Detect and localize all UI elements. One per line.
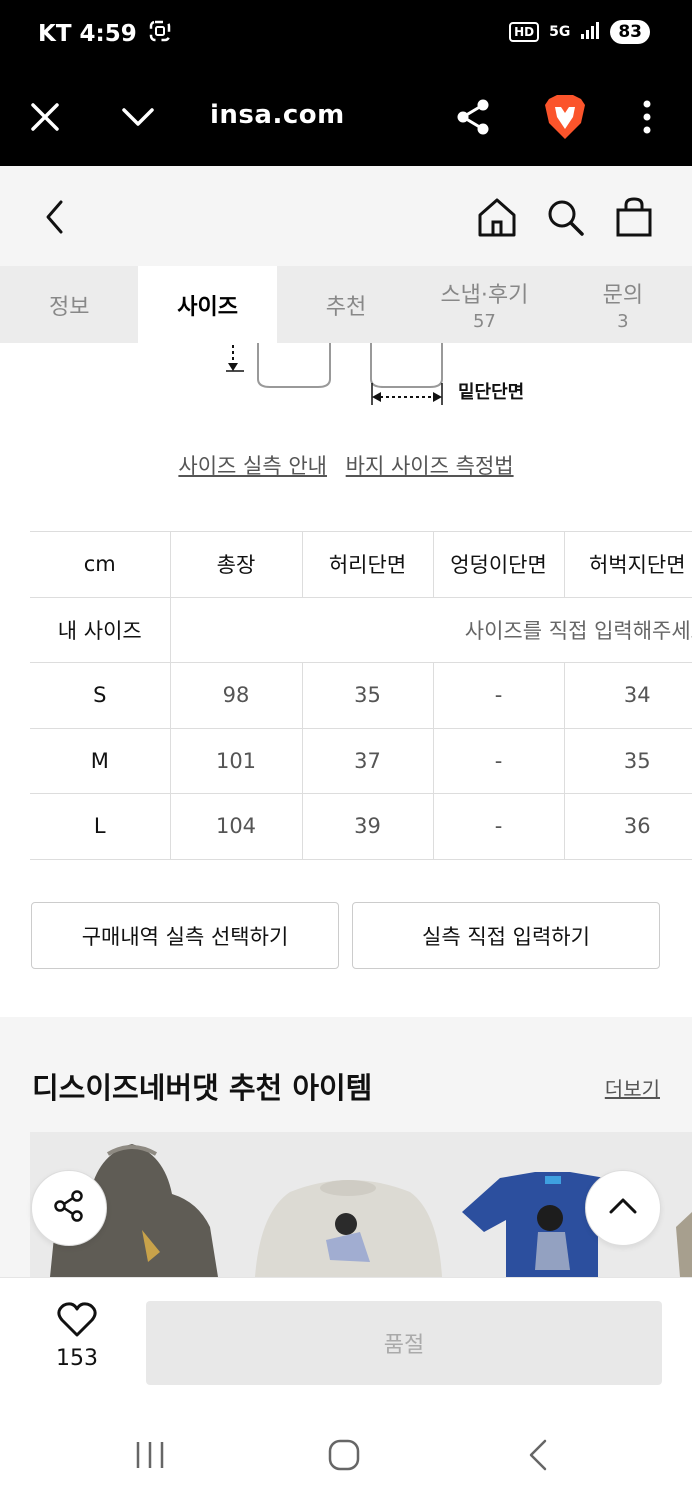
purchase-bar: 153 품절	[0, 1277, 692, 1405]
soldout-button[interactable]: 품절	[146, 1301, 662, 1385]
shopping-bag-icon[interactable]	[609, 192, 659, 242]
table-cell: 39	[301, 793, 433, 860]
size-diagram	[226, 343, 443, 405]
size-label: S	[30, 662, 170, 729]
tab-label: 스냅·후기	[440, 283, 529, 308]
table-cell: 98	[169, 662, 302, 729]
header-cell: 엉덩이단면	[432, 531, 564, 598]
url-text[interactable]: insa.com	[210, 100, 345, 130]
table-cell: -	[432, 793, 564, 860]
tab-recommend[interactable]: 추천	[277, 266, 415, 343]
tab-inquiry[interactable]: 문의 3	[554, 266, 692, 343]
table-row: M 101 37 - 35	[30, 727, 692, 794]
size-label: L	[30, 793, 170, 860]
brave-lion-icon[interactable]	[540, 92, 590, 142]
header-cell: 허벅지단면	[563, 531, 692, 598]
share-float-button[interactable]	[31, 1170, 107, 1246]
table-row: S 98 35 - 34	[30, 662, 692, 729]
hd-badge: HD	[509, 22, 540, 42]
like-button[interactable]: 153	[38, 1302, 116, 1371]
pants-measure-link[interactable]: 바지 사이즈 측정법	[346, 454, 514, 478]
table-cell: 101	[169, 727, 302, 794]
direct-input-button[interactable]: 실측 직접 입력하기	[352, 902, 660, 969]
table-cell: 37	[301, 727, 433, 794]
header-cell: 총장	[169, 531, 302, 598]
table-header-row: cm 총장 허리단면 엉덩이단면 허벅지단면	[30, 531, 692, 598]
system-nav-bar	[0, 1405, 692, 1500]
back-nav-icon[interactable]	[513, 1430, 563, 1480]
battery-indicator: 83	[610, 20, 650, 44]
more-link[interactable]: 더보기	[605, 1073, 660, 1102]
search-icon[interactable]	[540, 192, 590, 242]
table-cell: -	[432, 662, 564, 729]
my-size-input[interactable]: 사이즈를 직접 입력해주세요	[169, 596, 692, 663]
chevron-down-icon[interactable]	[113, 92, 163, 142]
table-row: L 104 39 - 36	[30, 793, 692, 860]
header-cell: 허리단면	[301, 531, 433, 598]
header-cell: cm	[30, 531, 170, 598]
tab-label: 사이즈	[177, 294, 238, 320]
tab-count: 3	[617, 311, 629, 332]
share-icon	[52, 1189, 86, 1227]
size-guide-link[interactable]: 사이즈 실측 안내	[178, 454, 327, 478]
table-cell: 34	[563, 662, 692, 729]
status-bar: KT 4:59 HD 5G 83	[0, 0, 692, 70]
size-label: M	[30, 727, 170, 794]
table-cell: 36	[563, 793, 692, 860]
home-circle-icon[interactable]	[319, 1430, 369, 1480]
table-cell: -	[432, 727, 564, 794]
browser-toolbar: insa.com	[0, 70, 692, 166]
table-cell: 104	[169, 793, 302, 860]
product-tabs: 정보 사이즈 추천 스냅·후기 57 문의 3	[0, 266, 692, 343]
recommend-title: 디스이즈네버댓 추천 아이템	[32, 1071, 373, 1105]
chevron-up-icon	[608, 1197, 638, 1219]
network-label: 5G	[549, 24, 571, 40]
heart-icon	[57, 1302, 97, 1342]
my-size-row: 내 사이즈 사이즈를 직접 입력해주세요	[30, 596, 692, 663]
status-right: HD 5G 83	[509, 20, 650, 44]
size-table: cm 총장 허리단면 엉덩이단면 허벅지단면 내 사이즈 사이즈를 직접 입력해…	[30, 531, 692, 860]
like-count: 153	[56, 1346, 98, 1371]
signal-icon	[580, 20, 600, 44]
back-icon[interactable]	[30, 192, 80, 242]
tab-label: 추천	[325, 294, 367, 320]
home-icon[interactable]	[472, 192, 522, 242]
app-header	[0, 166, 692, 266]
tab-label: 정보	[48, 294, 90, 320]
share-icon[interactable]	[448, 92, 498, 142]
scroll-top-button[interactable]	[585, 1170, 661, 1246]
close-icon[interactable]	[20, 92, 70, 142]
hem-label: 밑단단면	[458, 382, 525, 403]
table-cell: 35	[563, 727, 692, 794]
more-vertical-icon[interactable]	[622, 92, 672, 142]
tab-size[interactable]: 사이즈	[138, 266, 277, 343]
table-cell: 35	[301, 662, 433, 729]
select-purchase-history-button[interactable]: 구매내역 실측 선택하기	[31, 902, 339, 969]
screenshot-icon	[149, 20, 171, 48]
carrier-time: KT 4:59	[38, 21, 137, 47]
recent-apps-icon[interactable]	[125, 1430, 175, 1480]
tab-snap-review[interactable]: 스냅·후기 57	[415, 266, 553, 343]
status-left: KT 4:59	[38, 20, 171, 48]
my-size-label: 내 사이즈	[30, 596, 170, 663]
tab-count: 57	[472, 311, 496, 332]
tab-label: 문의	[602, 283, 644, 308]
tab-info[interactable]: 정보	[0, 266, 138, 343]
size-guide-links: 사이즈 실측 안내 바지 사이즈 측정법	[0, 450, 692, 480]
recommend-section: 디스이즈네버댓 추천 아이템 더보기	[0, 1017, 692, 1277]
